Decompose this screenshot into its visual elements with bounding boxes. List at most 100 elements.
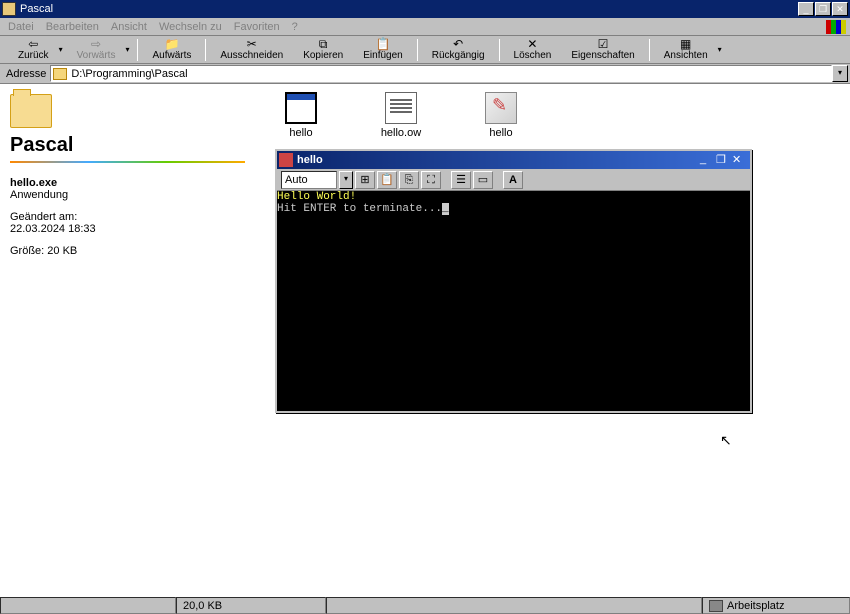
file-list-area[interactable]: hello hello.ow hello hello _ ❐ ✕ A [255,84,850,596]
file-label: hello [489,127,512,139]
undo-label: Rückgängig [432,50,485,61]
undo-icon: ↶ [453,38,463,50]
forward-button[interactable]: ⇨ Vorwärts [67,37,126,63]
status-size: 20,0 KB [176,597,326,614]
selected-file-name: hello.exe [10,177,245,189]
document-file-icon [385,92,417,124]
console-btn-font[interactable]: A [503,171,523,189]
console-titlebar[interactable]: hello _ ❐ ✕ [277,151,750,169]
address-bar: Adresse D:\Programming\Pascal ▾ [0,64,850,84]
console-minimize-button[interactable]: _ [700,153,716,167]
window-title: Pascal [20,3,798,15]
status-panel-1 [0,597,176,614]
paste-button[interactable]: 📋 Einfügen [353,37,412,63]
toolbar: ⇦ Zurück ▾ ⇨ Vorwärts ▾ 📁 Aufwärts ✂ Aus… [0,36,850,64]
file-label: hello.ow [381,127,421,139]
console-btn-background[interactable]: ▭ [473,171,493,189]
console-btn-properties[interactable]: ☰ [451,171,471,189]
file-hello-ow[interactable]: hello.ow [371,92,431,139]
console-close-button[interactable]: ✕ [732,153,748,167]
paste-label: Einfügen [363,50,402,61]
divider [10,161,245,163]
menu-view[interactable]: Ansicht [111,21,147,33]
selected-file-type: Anwendung [10,189,245,201]
back-arrow-icon: ⇦ [28,38,38,50]
back-button[interactable]: ⇦ Zurück [8,37,59,63]
views-button[interactable]: ▦ Ansichten [654,37,718,63]
up-label: Aufwärts [152,50,191,61]
separator [649,39,650,61]
console-window: hello _ ❐ ✕ Auto ▾ ⊞ 📋 ⎘ ⛶ ☰ ▭ A [275,149,752,413]
console-btn-1[interactable]: ⊞ [355,171,375,189]
address-dropdown[interactable]: ▾ [832,65,848,82]
menu-favorites[interactable]: Favoriten [234,21,280,33]
status-location: Arbeitsplatz [702,597,850,614]
address-label: Adresse [2,68,50,80]
separator [137,39,138,61]
forward-arrow-icon: ⇨ [91,38,101,50]
properties-icon: ☑ [598,38,609,50]
up-button[interactable]: 📁 Aufwärts [142,37,201,63]
folder-large-icon [10,94,52,128]
minimize-button[interactable]: _ [798,2,814,16]
window-file-icon [285,92,317,124]
status-bar: 20,0 KB Arbeitsplatz [0,596,850,614]
font-mode-value: Auto [285,174,308,186]
cut-button[interactable]: ✂ Ausschneiden [210,37,293,63]
console-btn-2[interactable]: 📋 [377,171,397,189]
close-button[interactable]: ✕ [832,2,848,16]
cursor-icon: ↖ [720,432,732,449]
menu-help[interactable]: ? [292,21,298,33]
font-mode-select[interactable]: Auto [281,171,337,189]
window-titlebar: Pascal _ ❐ ✕ [0,0,850,18]
info-panel: Pascal hello.exe Anwendung Geändert am: … [0,84,255,596]
console-title: hello [297,154,700,166]
paste-icon: 📋 [376,38,391,50]
copy-icon: ⧉ [319,38,328,50]
views-label: Ansichten [664,50,708,61]
cut-label: Ausschneiden [220,50,283,61]
modified-value: 22.03.2024 18:33 [10,223,245,235]
address-field[interactable]: D:\Programming\Pascal [50,65,832,82]
delete-icon: ✕ [527,38,537,50]
console-line-2: Hit ENTER to terminate..._ [277,203,750,215]
views-dropdown[interactable]: ▾ [718,45,726,54]
windows-logo-icon [826,20,846,34]
console-toolbar: Auto ▾ ⊞ 📋 ⎘ ⛶ ☰ ▭ A [277,169,750,191]
console-line-1: Hello World! [277,191,750,203]
separator [205,39,206,61]
console-app-icon [279,153,293,167]
menu-edit[interactable]: Bearbeiten [46,21,99,33]
font-mode-dropdown[interactable]: ▾ [339,171,353,189]
size-row: Größe: 20 KB [10,245,245,257]
up-folder-icon: 📁 [164,38,179,50]
forward-dropdown[interactable]: ▾ [125,45,133,54]
views-icon: ▦ [680,38,691,50]
copy-button[interactable]: ⧉ Kopieren [293,37,353,63]
console-output[interactable]: Hello World! Hit ENTER to terminate..._ [277,191,750,411]
computer-icon [709,600,723,612]
console-maximize-button[interactable]: ❐ [716,153,732,167]
status-location-text: Arbeitsplatz [727,600,784,612]
back-label: Zurück [18,50,49,61]
console-btn-3[interactable]: ⎘ [399,171,419,189]
menu-goto[interactable]: Wechseln zu [159,21,222,33]
console-btn-fullscreen[interactable]: ⛶ [421,171,441,189]
undo-button[interactable]: ↶ Rückgängig [422,37,495,63]
forward-label: Vorwärts [77,50,116,61]
separator [417,39,418,61]
folder-icon [2,2,16,16]
folder-title: Pascal [10,134,245,157]
delete-label: Löschen [514,50,552,61]
delete-button[interactable]: ✕ Löschen [504,37,562,63]
size-label: Größe: [10,245,44,257]
file-hello-exe[interactable]: hello [471,92,531,139]
menu-file[interactable]: Datei [8,21,34,33]
copy-label: Kopieren [303,50,343,61]
menu-bar: Datei Bearbeiten Ansicht Wechseln zu Fav… [0,18,850,36]
file-hello[interactable]: hello [271,92,331,139]
properties-button[interactable]: ☑ Eigenschaften [561,37,644,63]
maximize-button[interactable]: ❐ [815,2,831,16]
back-dropdown[interactable]: ▾ [59,45,67,54]
folder-icon [53,68,67,80]
